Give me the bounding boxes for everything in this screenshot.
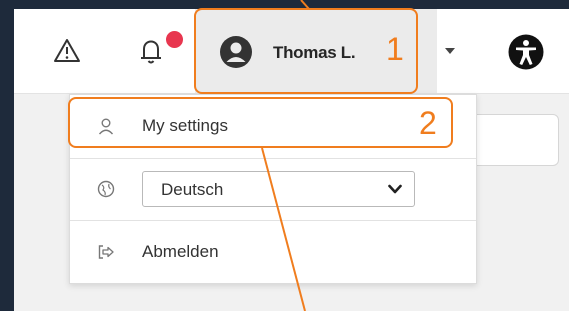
annotation-number-2: 2 bbox=[419, 105, 437, 141]
annotation-number-1: 1 bbox=[386, 31, 404, 67]
accessibility-icon[interactable] bbox=[508, 34, 544, 70]
logout-icon bbox=[98, 245, 114, 259]
globe-icon bbox=[97, 180, 115, 198]
menu-item-language: Deutsch bbox=[70, 159, 476, 220]
annotation-box-1 bbox=[194, 8, 418, 94]
annotation-box-2 bbox=[68, 97, 453, 148]
language-select-value: Deutsch bbox=[161, 180, 224, 199]
notification-badge bbox=[164, 29, 185, 50]
chevron-down-icon[interactable] bbox=[444, 47, 456, 55]
logout-label: Abmelden bbox=[142, 242, 219, 261]
chevron-down-icon bbox=[388, 184, 402, 194]
bell-icon[interactable] bbox=[134, 34, 168, 68]
warning-icon[interactable] bbox=[52, 36, 82, 66]
language-select[interactable]: Deutsch bbox=[142, 171, 415, 207]
menu-item-logout[interactable]: Abmelden bbox=[70, 221, 476, 283]
